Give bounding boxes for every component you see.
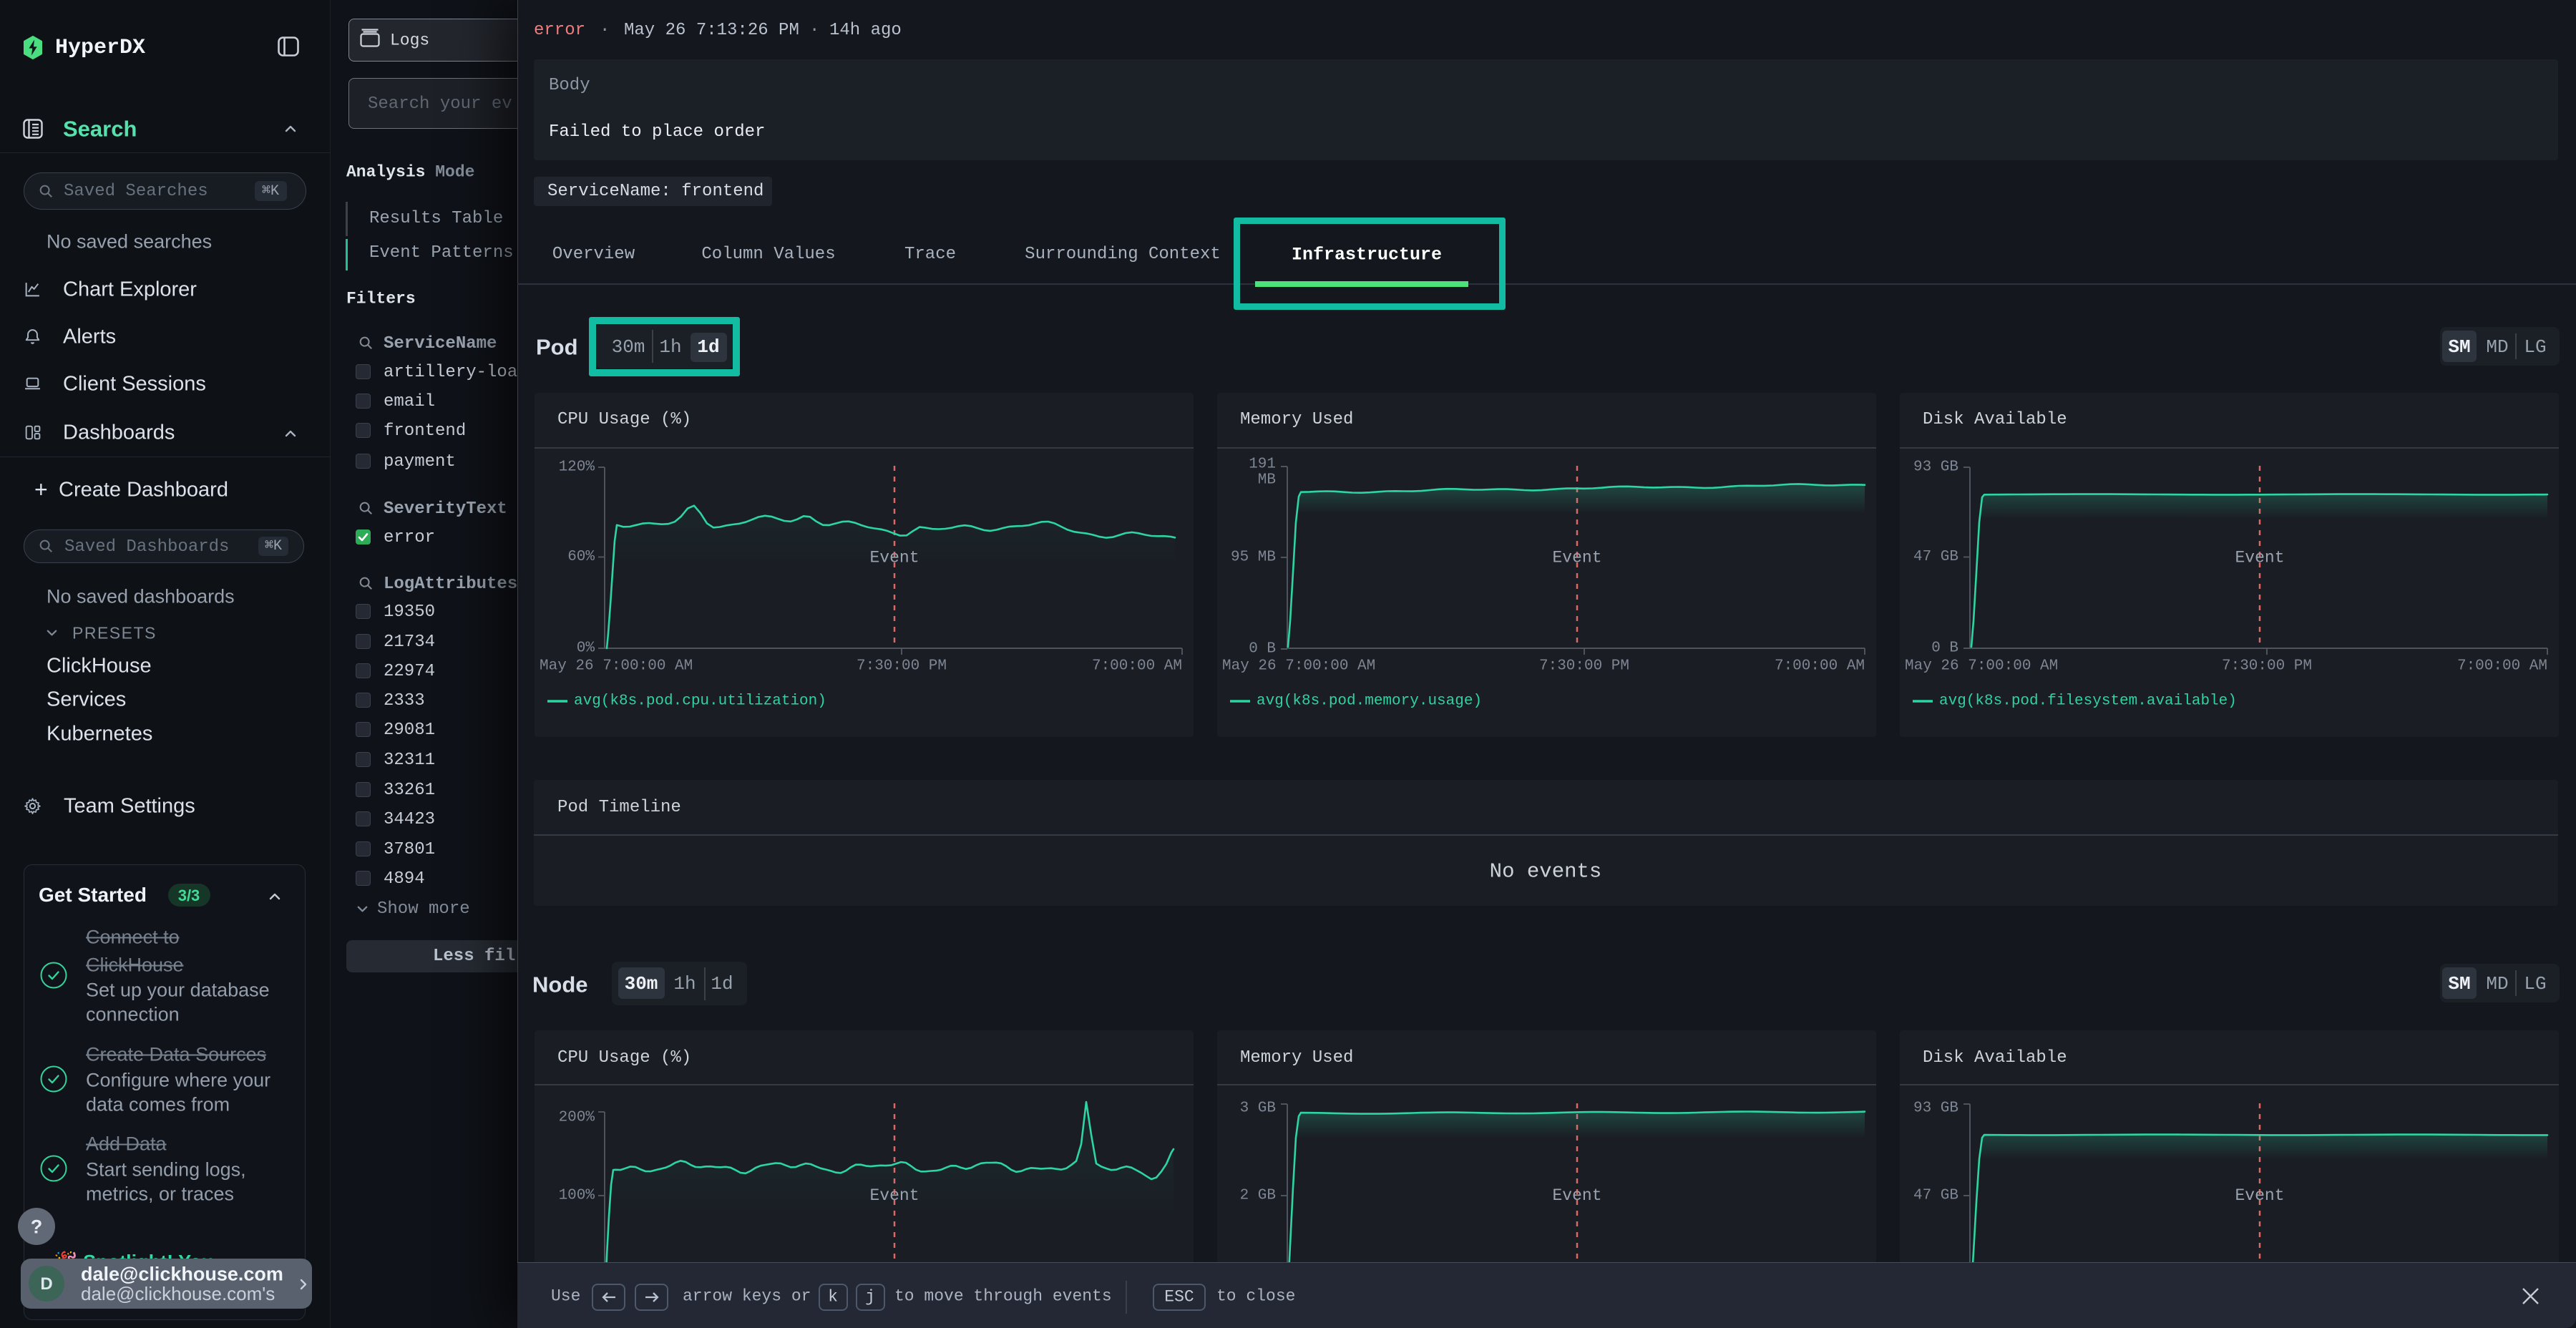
- svg-text:May 26 7:00:00 AM: May 26 7:00:00 AM: [1222, 658, 1375, 675]
- svg-text:7:00:00 AM: 7:00:00 AM: [1092, 658, 1182, 675]
- svg-text:avg(k8s.pod.filesystem.availab: avg(k8s.pod.filesystem.available): [1939, 693, 2237, 710]
- svg-text:0%: 0%: [577, 640, 595, 657]
- svg-text:avg(k8s.pod.memory.usage): avg(k8s.pod.memory.usage): [1257, 693, 1482, 710]
- svg-text:MB: MB: [1258, 472, 1276, 489]
- svg-text:7:30:00 PM: 7:30:00 PM: [857, 658, 947, 675]
- svg-text:95 MB: 95 MB: [1231, 550, 1276, 566]
- svg-text:47 GB: 47 GB: [1913, 549, 1958, 565]
- svg-text:0 B: 0 B: [1249, 641, 1276, 658]
- svg-text:Event: Event: [869, 549, 919, 567]
- svg-text:Event: Event: [1552, 549, 1601, 567]
- svg-text:200%: 200%: [559, 1110, 595, 1126]
- svg-text:May 26 7:00:00 AM: May 26 7:00:00 AM: [540, 658, 693, 675]
- svg-text:7:00:00 AM: 7:00:00 AM: [1775, 658, 1865, 675]
- svg-text:0 B: 0 B: [1931, 640, 1958, 657]
- svg-text:7:30:00 PM: 7:30:00 PM: [1539, 658, 1629, 675]
- svg-text:93 GB: 93 GB: [1913, 459, 1958, 476]
- svg-text:7:00:00 AM: 7:00:00 AM: [2457, 658, 2547, 675]
- svg-text:191: 191: [1249, 456, 1276, 473]
- svg-text:avg(k8s.pod.cpu.utilization): avg(k8s.pod.cpu.utilization): [574, 693, 826, 710]
- svg-text:2 GB: 2 GB: [1240, 1188, 1276, 1204]
- svg-text:Event: Event: [1552, 1186, 1601, 1205]
- svg-text:3 GB: 3 GB: [1240, 1100, 1276, 1117]
- svg-text:120%: 120%: [559, 459, 595, 476]
- svg-text:Event: Event: [2235, 1186, 2284, 1205]
- svg-text:100%: 100%: [559, 1188, 595, 1204]
- svg-text:Event: Event: [869, 1186, 919, 1205]
- svg-text:Event: Event: [2235, 549, 2284, 567]
- svg-text:47 GB: 47 GB: [1913, 1188, 1958, 1204]
- svg-text:May 26 7:00:00 AM: May 26 7:00:00 AM: [1905, 658, 2058, 675]
- svg-text:7:30:00 PM: 7:30:00 PM: [2222, 658, 2312, 675]
- svg-text:60%: 60%: [567, 549, 595, 565]
- svg-text:93 GB: 93 GB: [1913, 1100, 1958, 1117]
